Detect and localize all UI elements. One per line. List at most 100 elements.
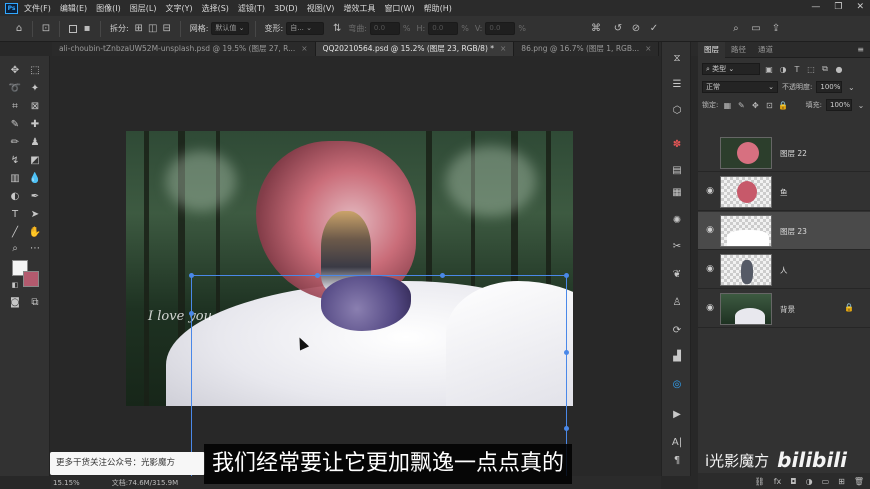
filter-adjustment-icon[interactable]: ◑	[778, 65, 788, 74]
share-icon[interactable]: ⇪	[769, 22, 783, 36]
minimize-icon[interactable]: —	[811, 2, 820, 12]
tab-layers[interactable]: 图层	[698, 41, 725, 58]
chevron-down-icon[interactable]: ⌄	[856, 101, 866, 110]
warp-mode-icon[interactable]: ⌘	[589, 22, 603, 36]
link-icon[interactable]: ⛓	[755, 477, 765, 486]
properties-icon[interactable]: ☰	[670, 78, 684, 92]
move-tool-icon[interactable]: ✥	[8, 64, 22, 78]
fill-field[interactable]: 100%	[826, 99, 852, 111]
lock-artboard-icon[interactable]: ⊡	[764, 101, 774, 110]
filter-smart-object-icon[interactable]: ⧉	[820, 64, 830, 74]
menu-help[interactable]: 帮助(H)	[424, 3, 452, 14]
visibility-hidden-icon[interactable]	[704, 147, 716, 157]
home-icon[interactable]: ⌂	[12, 22, 26, 36]
menu-plugins[interactable]: 增效工具	[343, 3, 375, 14]
healing-brush-tool-icon[interactable]: ✚	[28, 118, 42, 132]
grid-select[interactable]: 默认值 ⌄	[211, 22, 249, 35]
eyedropper-tool-icon[interactable]: ✎	[8, 118, 22, 132]
styles-icon[interactable]: ❦	[670, 268, 684, 282]
more-tools-icon[interactable]: ⋯	[28, 242, 42, 256]
reference-point-icon[interactable]: ▪	[80, 22, 94, 36]
eye-icon[interactable]: ◉	[704, 303, 716, 313]
close-icon[interactable]: ×	[301, 44, 307, 53]
paragraph-icon[interactable]: ¶	[670, 454, 684, 468]
eraser-tool-icon[interactable]: ◩	[28, 154, 42, 168]
stamp-tool-icon[interactable]: ♟	[28, 136, 42, 150]
transform-handle[interactable]	[440, 273, 445, 278]
3d-cube-icon[interactable]: ⬡	[670, 104, 684, 118]
document-size[interactable]: 文档:74.6M/315.9M	[112, 478, 178, 488]
tab-paths[interactable]: 路径	[725, 42, 752, 58]
warp-orientation-icon[interactable]: ⇅	[330, 22, 344, 36]
layer-filter-search[interactable]: ⌕ 类型 ⌄	[702, 63, 760, 75]
zoom-tool-icon[interactable]: ⌕	[8, 242, 22, 256]
fx-icon[interactable]: fx	[774, 477, 782, 486]
swatches-icon[interactable]: ▦	[670, 186, 684, 200]
transform-handle[interactable]	[315, 273, 320, 278]
tab-document-2[interactable]: QQ20210564.psd @ 15.2% (图层 23, RGB/8) * ×	[315, 42, 515, 56]
workspace-icon[interactable]: ▭	[749, 22, 763, 36]
lasso-tool-icon[interactable]: ➰	[8, 82, 22, 96]
opacity-field[interactable]: 100%	[816, 81, 843, 93]
restore-icon[interactable]: ❐	[834, 2, 842, 12]
type-tool-icon[interactable]: T	[8, 208, 22, 222]
default-colors-icon[interactable]: ◧	[8, 278, 22, 292]
menu-type[interactable]: 文字(Y)	[165, 3, 192, 14]
mask-icon[interactable]: ◘	[790, 477, 796, 486]
lock-pixels-icon[interactable]: ✎	[736, 101, 746, 110]
menu-edit[interactable]: 编辑(E)	[60, 3, 87, 14]
histogram-icon[interactable]: ▟	[670, 350, 684, 364]
warp-select[interactable]: 自... ⌄	[286, 22, 325, 35]
filter-pixel-icon[interactable]: ▣	[764, 65, 774, 74]
layer-row[interactable]: ◉ 背景 🔒	[698, 290, 870, 328]
eye-icon[interactable]: ◉	[704, 225, 716, 235]
menu-3d[interactable]: 3D(D)	[274, 4, 298, 13]
clone-source-icon[interactable]: ♙	[670, 296, 684, 310]
menu-view[interactable]: 视图(V)	[307, 3, 335, 14]
marquee-tool-icon[interactable]: ⬚	[28, 64, 42, 78]
navigator-icon[interactable]: ◎	[670, 378, 684, 392]
transform-handle[interactable]	[564, 273, 569, 278]
blur-tool-icon[interactable]: 💧	[28, 172, 42, 186]
lock-position-icon[interactable]: ✥	[750, 101, 760, 110]
path-selection-tool-icon[interactable]: ➤	[28, 208, 42, 222]
menu-filter[interactable]: 滤镜(T)	[238, 3, 265, 14]
menu-layer[interactable]: 图层(L)	[130, 3, 157, 14]
search-icon[interactable]: ⌕	[729, 22, 743, 36]
cancel-icon[interactable]: ⊘	[629, 22, 643, 36]
tab-document-1[interactable]: ali-choubin-tZnbzaUW52M-unsplash.psd @ 1…	[52, 42, 316, 56]
adjustment-icon[interactable]: ◑	[806, 477, 813, 486]
transform-handle[interactable]	[189, 311, 194, 316]
brush-tool-icon[interactable]: ✏	[8, 136, 22, 150]
split-horizontal-icon[interactable]: ⊟	[160, 22, 174, 36]
brush-settings-icon[interactable]: ✺	[670, 214, 684, 228]
eye-icon[interactable]: ◉	[704, 186, 716, 196]
menu-file[interactable]: 文件(F)	[24, 3, 51, 14]
character-icon[interactable]: A|	[670, 436, 684, 450]
filter-toggle-icon[interactable]: ●	[834, 65, 844, 74]
background-color-swatch[interactable]	[23, 271, 39, 287]
filter-shape-icon[interactable]: ⬚	[806, 65, 816, 74]
line-tool-icon[interactable]: ╱	[8, 226, 22, 240]
tab-document-3[interactable]: 86.png @ 16.7% (图层 1, RGB... ×	[514, 42, 660, 56]
transform-handle[interactable]	[564, 350, 569, 355]
trash-icon[interactable]: 🗑	[854, 477, 864, 486]
history-icon[interactable]: ⧖	[670, 52, 684, 66]
layer-row[interactable]: ◉ 人	[698, 251, 870, 289]
transform-tool-icon[interactable]: ⊡	[39, 22, 53, 36]
canvas-area[interactable]: I love you	[51, 56, 647, 489]
menu-select[interactable]: 选择(S)	[202, 3, 229, 14]
layer-row[interactable]: ◉ 鱼	[698, 173, 870, 211]
dodge-tool-icon[interactable]: ◐	[8, 190, 22, 204]
v-field[interactable]: 0.0	[485, 22, 516, 35]
hand-tool-icon[interactable]: ✋	[28, 226, 42, 240]
actions-icon[interactable]: ⟳	[670, 324, 684, 338]
menu-window[interactable]: 窗口(W)	[384, 3, 414, 14]
transform-handle[interactable]	[564, 426, 569, 431]
layer-row[interactable]: 图层 22	[698, 134, 870, 172]
quick-mask-icon[interactable]: ◙	[8, 296, 22, 310]
close-icon[interactable]: ✕	[856, 2, 864, 12]
close-icon[interactable]: ×	[500, 44, 506, 53]
close-icon[interactable]: ×	[645, 44, 651, 53]
screen-mode-icon[interactable]: ⧉	[28, 296, 42, 310]
